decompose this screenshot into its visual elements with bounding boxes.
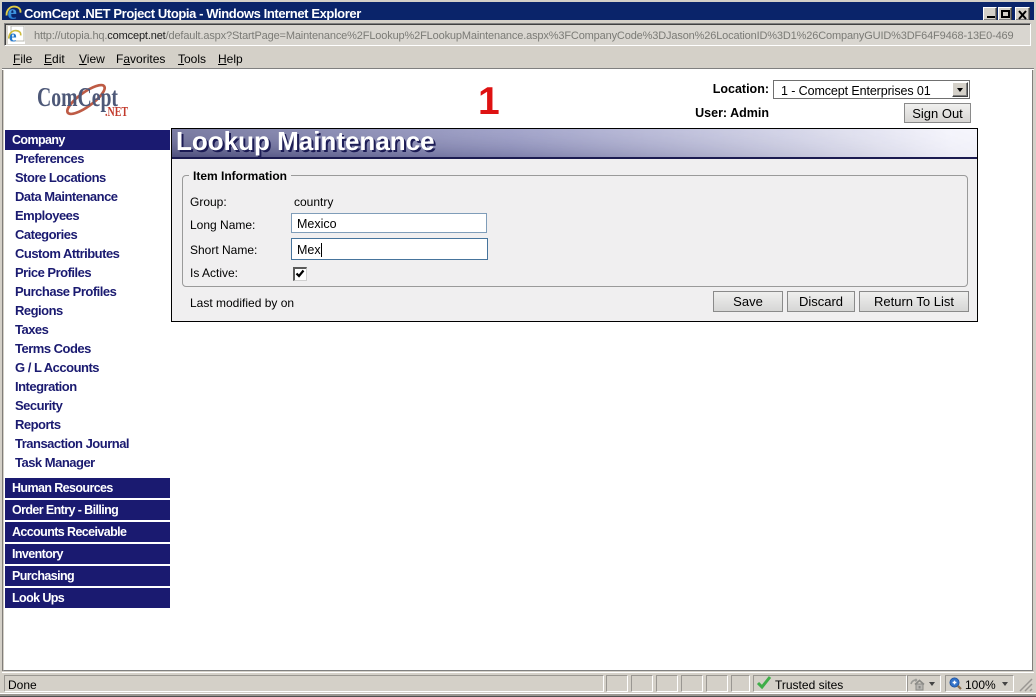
svg-text:e: e xyxy=(8,3,17,21)
svg-text:.NET: .NET xyxy=(105,104,128,119)
svg-text:e: e xyxy=(9,27,17,45)
